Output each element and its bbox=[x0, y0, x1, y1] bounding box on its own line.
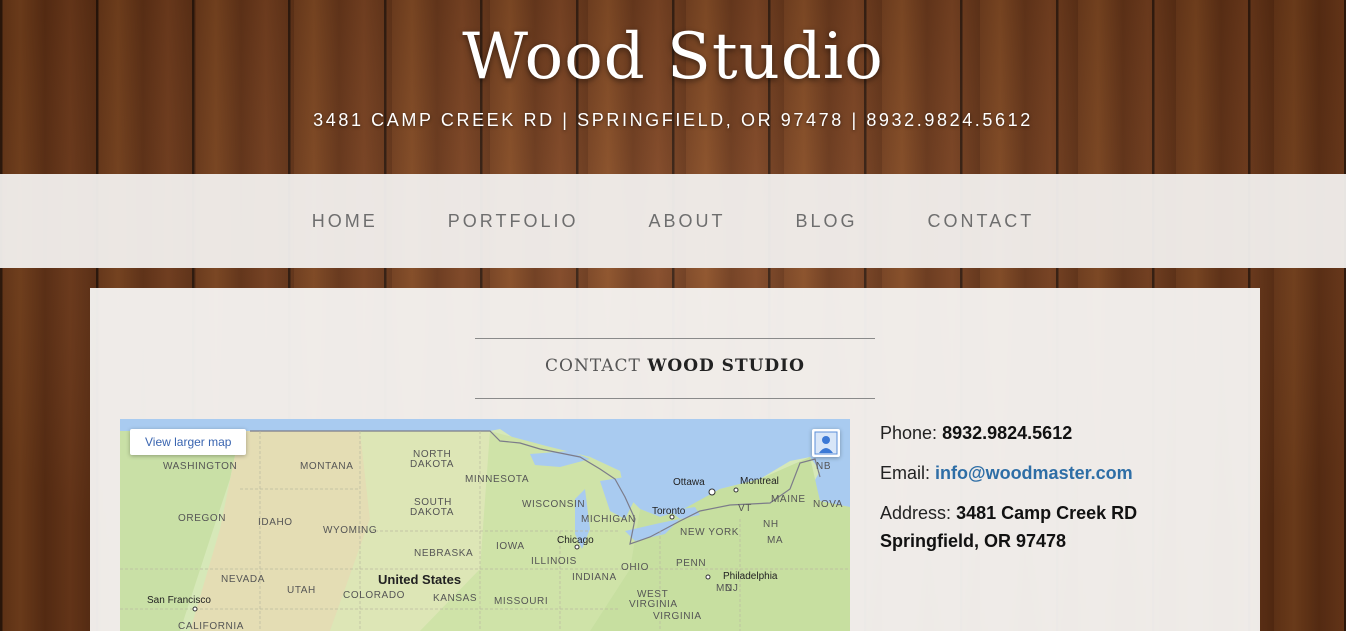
nav-item-about[interactable]: ABOUT bbox=[648, 211, 725, 232]
address-line-1: 3481 Camp Creek RD bbox=[956, 503, 1138, 523]
nav-item-portfolio[interactable]: PORTFOLIO bbox=[448, 211, 579, 232]
map-label-montreal: Montreal bbox=[740, 476, 779, 487]
map-label-montana: MONTANA bbox=[300, 461, 354, 472]
phone-row: Phone: 8932.9824.5612 bbox=[880, 419, 1240, 447]
map-label-penn: PENN bbox=[676, 558, 707, 569]
phone-label: Phone: bbox=[880, 423, 938, 443]
map-label-colorado: COLORADO bbox=[343, 590, 406, 601]
main-nav: HOME PORTFOLIO ABOUT BLOG CONTACT bbox=[0, 174, 1346, 268]
map-label-nova: NOVA bbox=[813, 499, 843, 510]
map-label-wyoming: WYOMING bbox=[323, 525, 378, 536]
heading-rule-top bbox=[475, 338, 875, 339]
heading-light: CONTACT bbox=[545, 356, 641, 376]
map-label-united-states: United States bbox=[378, 572, 462, 587]
header-address-line: 3481 CAMP CREEK RD | SPRINGFIELD, OR 974… bbox=[313, 110, 1033, 130]
map-label-ottawa: Ottawa bbox=[673, 477, 705, 488]
email-row: Email: info@woodmaster.com bbox=[880, 459, 1240, 487]
map-label-california: CALIFORNIA bbox=[178, 621, 245, 631]
map-label-indiana: INDIANA bbox=[572, 572, 617, 583]
map-label-idaho: IDAHO bbox=[258, 517, 293, 528]
content-panel: CONTACT WOOD STUDIO View larger map WASH… bbox=[90, 288, 1260, 631]
email-link[interactable]: info@woodmaster.com bbox=[935, 463, 1133, 483]
map-label-oregon: OREGON bbox=[178, 513, 227, 524]
heading-strong: WOOD STUDIO bbox=[647, 356, 805, 376]
phone-value: 8932.9824.5612 bbox=[942, 423, 1073, 443]
embedded-map[interactable]: View larger map WASHINGTON MONTANA NORTH… bbox=[120, 419, 850, 631]
nav-item-contact[interactable]: CONTACT bbox=[928, 211, 1035, 232]
map-label-utah: UTAH bbox=[287, 585, 316, 596]
map-label-new-york: NEW YORK bbox=[680, 527, 740, 538]
map-label-nb: NB bbox=[816, 461, 832, 472]
map-label-toronto: Toronto bbox=[652, 506, 686, 517]
map-label-kansas: KANSAS bbox=[433, 593, 478, 604]
map-label-vt: VT bbox=[738, 503, 752, 514]
map-label-nevada: NEVADA bbox=[221, 574, 265, 585]
map-label-washington: WASHINGTON bbox=[163, 461, 238, 472]
page-heading: CONTACT WOOD STUDIO bbox=[475, 356, 875, 376]
map-label-west-2: VIRGINIA bbox=[629, 599, 678, 610]
address-label: Address: bbox=[880, 503, 952, 523]
map-label-minnesota: MINNESOTA bbox=[465, 474, 530, 485]
map-label-ma: MA bbox=[767, 535, 784, 546]
address-line-2: Springfield, OR 97478 bbox=[880, 531, 1067, 551]
email-label: Email: bbox=[880, 463, 931, 483]
map-label-nh: NH bbox=[763, 519, 779, 530]
map-label-wisconsin: WISCONSIN bbox=[522, 499, 586, 510]
street-view-pegman-icon[interactable] bbox=[812, 429, 840, 457]
map-label-virginia: VIRGINIA bbox=[653, 611, 702, 622]
nav-item-blog[interactable]: BLOG bbox=[796, 211, 858, 232]
map-label-philadelphia: Philadelphia bbox=[723, 571, 778, 582]
map-label-ohio: OHIO bbox=[621, 562, 649, 573]
map-label-north-2: DAKOTA bbox=[410, 459, 454, 470]
map-label-nebraska: NEBRASKA bbox=[414, 548, 474, 559]
map-label-maine: MAINE bbox=[771, 494, 806, 505]
heading-rule-bottom bbox=[475, 398, 875, 399]
map-label-missouri: MISSOURI bbox=[494, 596, 549, 607]
nav-item-home[interactable]: HOME bbox=[312, 211, 378, 232]
map-label-nj: NJ bbox=[725, 583, 739, 594]
map-label-michigan: MICHIGAN bbox=[581, 514, 636, 525]
site-header: Wood Studio 3481 CAMP CREEK RD | SPRINGF… bbox=[0, 0, 1346, 174]
map-label-illinois: ILLINOIS bbox=[531, 556, 577, 567]
contact-info: Phone: 8932.9824.5612 Email: info@woodma… bbox=[880, 419, 1240, 567]
map-label-iowa: IOWA bbox=[496, 541, 525, 552]
map-label-san-francisco: San Francisco bbox=[147, 595, 211, 606]
address-row: Address: 3481 Camp Creek RD Springfield,… bbox=[880, 499, 1240, 555]
map-label-chicago: Chicago bbox=[557, 535, 594, 546]
map-label-south-2: DAKOTA bbox=[410, 507, 454, 518]
view-larger-map-button[interactable]: View larger map bbox=[130, 429, 247, 455]
site-title[interactable]: Wood Studio bbox=[0, 20, 1346, 94]
